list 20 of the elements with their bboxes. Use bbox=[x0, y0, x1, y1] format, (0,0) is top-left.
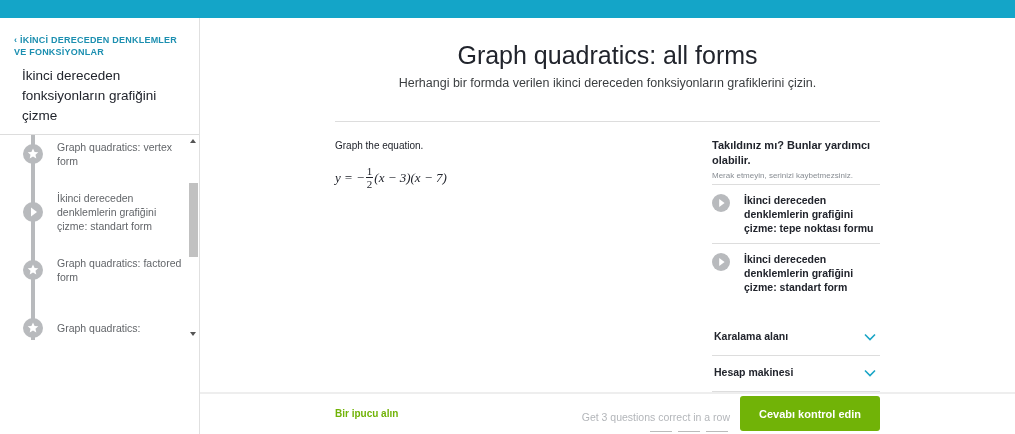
help-video-link[interactable]: İkinci dereceden denklemlerin grafiğini çizme: tepe noktası formu bbox=[712, 184, 880, 244]
play-icon bbox=[712, 252, 730, 271]
help-title: Takıldınız mı? Bunlar yardımcı olabilir. bbox=[712, 137, 872, 168]
help-video-link[interactable]: İkinci dereceden denklemlerin grafiğini çizme: standart form bbox=[712, 243, 880, 302]
scroll-up-icon[interactable] bbox=[190, 139, 196, 143]
lesson-item[interactable]: İkinci dereceden denklemlerin grafiğini çizme: standart form bbox=[0, 183, 187, 241]
expandable-panel[interactable]: Karalama alanı bbox=[712, 319, 880, 356]
lesson-item[interactable]: Graph quadratics: factored form bbox=[0, 241, 187, 299]
back-link[interactable]: ‹ İKİNCİ DERECEDEN DENKLEMLER VE FONKSİYONLAR bbox=[14, 34, 185, 58]
help-note: Merak etmeyin, serinizi kaybetmezsiniz. bbox=[712, 169, 880, 185]
streak-text: Get 3 questions correct in a row bbox=[581, 409, 730, 425]
lesson-item[interactable]: Graph quadratics: vertex form bbox=[0, 135, 187, 183]
exercise-subtitle: Herhangi bir formda verilen ikinci dereceden fonksiyonların grafiklerini çizin. bbox=[397, 75, 818, 92]
play-icon bbox=[712, 193, 730, 212]
expandable-panel[interactable]: Hesap makinesi bbox=[712, 355, 880, 392]
exercise-title: Graph quadratics: all forms bbox=[456, 40, 759, 70]
lesson-item[interactable]: Graph quadratics: bbox=[0, 299, 187, 340]
question-prompt: Graph the equation. bbox=[335, 138, 425, 153]
unit-title: İkinci dereceden fonksiyonların grafiğini çizme bbox=[22, 67, 158, 125]
scroll-down-icon[interactable] bbox=[190, 332, 196, 336]
